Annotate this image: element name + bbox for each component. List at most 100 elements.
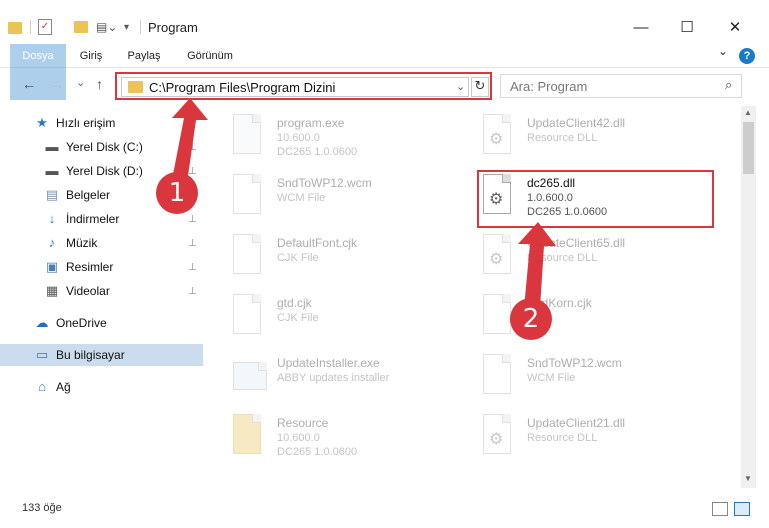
sidebar-item-label: Hızlı erişim	[56, 116, 116, 130]
scroll-thumb[interactable]	[743, 122, 754, 174]
new-folder-icon[interactable]	[74, 21, 88, 33]
file-name: DefaultFont.cjk	[277, 236, 358, 250]
refresh-button[interactable]: ↻	[471, 77, 489, 97]
file-detail: Resource DLL	[527, 432, 598, 444]
pin-icon[interactable]: ⊥	[188, 142, 197, 153]
file-item[interactable]: SndKorn.cjkFile	[453, 292, 689, 348]
sidebar-item-label: İndirmeler	[66, 212, 120, 226]
file-name: SndToWP12.wcm	[527, 356, 622, 370]
scroll-up-icon[interactable]: ▲	[744, 108, 752, 117]
navigation-pane: ★ Hızlı erişim ▬ Yerel Disk (C:) ⊥ ▬ Yerel Dis…	[0, 106, 203, 488]
sidebar-item[interactable]: ▭ Bu bilgisayar	[0, 344, 203, 366]
file-item[interactable]: SndToWP12.wcm WCM File	[453, 352, 689, 408]
sidebar-item-label: Yerel Disk (D:)	[66, 164, 143, 178]
installer-icon	[229, 354, 267, 398]
maximize-button[interactable]: ☐	[664, 14, 710, 40]
tab-view[interactable]: Görünüm	[176, 44, 244, 68]
file-item[interactable]: SndToWP12.wcm WCM File	[203, 172, 439, 228]
customize-toolbar-icon[interactable]: ▾	[124, 22, 129, 33]
file-detail: 10.600.0	[277, 432, 320, 444]
recent-locations-button[interactable]: ⌄	[76, 76, 85, 89]
address-path[interactable]: C:\Program Files\Program Dizini	[149, 80, 335, 95]
file-item[interactable]: ⚙ UpdateClient65.dll Resource DLL	[453, 232, 689, 288]
sidebar-item[interactable]: ♪ Müzik ⊥	[0, 232, 203, 254]
sidebar-item-label: OneDrive	[56, 316, 107, 330]
vertical-scrollbar[interactable]: ▲ ▼	[741, 106, 756, 488]
music-icon: ♪	[48, 235, 56, 250]
file-item[interactable]: ⚙ UpdateClient21.dll Resource DLL	[453, 412, 689, 468]
large-icons-view-icon[interactable]	[734, 502, 750, 516]
file-name: Resource	[277, 416, 329, 430]
search-box[interactable]: Ara: Program ⌕	[500, 74, 742, 98]
status-bar: 133 öğe	[0, 492, 769, 528]
help-icon[interactable]: ?	[739, 48, 755, 64]
sidebar-item-label: Yerel Disk (C:)	[66, 140, 143, 154]
sidebar-item[interactable]: ⌂ Ağ	[0, 376, 203, 398]
expand-ribbon-icon[interactable]: ⌄	[718, 44, 728, 58]
file-name: SndToWP12.wcm	[277, 176, 372, 190]
sidebar-item[interactable]: ★ Hızlı erişim	[0, 112, 203, 134]
scroll-down-icon[interactable]: ▼	[744, 474, 752, 483]
file-item[interactable]: program.exe 10.600.0 DC265 1.0.0600	[203, 112, 439, 168]
sidebar-item[interactable]: ▬ Yerel Disk (C:) ⊥	[0, 136, 203, 158]
search-input[interactable]: Ara: Program	[510, 79, 587, 94]
pin-icon[interactable]: ⊥	[188, 286, 197, 297]
tab-share[interactable]: Paylaş	[118, 44, 170, 68]
file-item[interactable]: ⚙ UpdateClient42.dll Resource DLL	[453, 112, 689, 168]
pin-icon[interactable]: ⊥	[188, 262, 197, 273]
file-item[interactable]: Resource 10.600.0 DC265 1.0.0600	[203, 412, 439, 468]
sidebar-item-label: Ağ	[56, 380, 71, 394]
exe-icon	[229, 114, 265, 158]
title-bar: ✓ ▤⌄ ▾ Program — ☐ ✕	[0, 0, 769, 44]
file-name: UpdateClient42.dll	[527, 116, 626, 130]
folder-icon	[8, 22, 22, 34]
view-options-icon[interactable]: ▤⌄	[96, 20, 117, 34]
callout-badge-1: 1	[156, 172, 198, 214]
item-count: 133 öğe	[22, 502, 62, 514]
back-button[interactable]: ←	[22, 76, 36, 92]
address-bar-highlight: C:\Program Files\Program Dizini ⌄ ↻	[115, 72, 492, 100]
drive-icon: ▬	[45, 139, 59, 154]
forward-button[interactable]: →	[50, 76, 64, 92]
dll-icon: ⚙	[479, 114, 515, 158]
pictures-icon: ▣	[45, 259, 59, 274]
dc265-highlight-box	[477, 170, 714, 228]
file-item[interactable]: gtd.cjk CJK File	[203, 292, 439, 348]
star-icon: ★	[36, 115, 48, 130]
address-bar[interactable]: C:\Program Files\Program Dizini ⌄	[121, 77, 469, 97]
dll-icon: ⚙	[479, 414, 515, 458]
minimize-button[interactable]: —	[618, 14, 664, 40]
pin-icon[interactable]: ⊥	[188, 238, 197, 249]
tab-home[interactable]: Giriş	[70, 44, 112, 68]
file-icon	[229, 234, 265, 278]
file-name: gtd.cjk	[277, 296, 312, 310]
navigation-bar: ← → ⌄ ↑ C:\Program Files\Program Dizini …	[0, 68, 769, 106]
window-title: Program	[148, 20, 198, 35]
sidebar-item[interactable]: ▦ Videolar ⊥	[0, 280, 203, 302]
sidebar-item[interactable]: ▣ Resimler ⊥	[0, 256, 203, 278]
search-icon[interactable]: ⌕	[725, 77, 732, 93]
sidebar-item[interactable]: ☁ OneDrive	[0, 312, 203, 334]
file-detail: Resource DLL	[527, 132, 598, 144]
drive-icon: ▬	[45, 163, 59, 178]
file-item[interactable]: UpdateInstaller.exe ABBY updates installe…	[203, 352, 439, 408]
file-name: UpdateClient21.dll	[527, 416, 626, 430]
ribbon-tabs: Dosya Giriş Paylaş Görünüm ⌄	[0, 44, 769, 100]
close-button[interactable]: ✕	[712, 14, 758, 40]
details-view-icon[interactable]	[712, 502, 728, 516]
file-item[interactable]: DefaultFont.cjk CJK File	[203, 232, 439, 288]
download-icon: ↓	[48, 211, 56, 226]
properties-icon[interactable]: ✓	[38, 19, 52, 35]
documents-icon: ▤	[45, 187, 59, 202]
computer-icon: ▭	[35, 347, 49, 362]
file-icon	[479, 354, 515, 398]
file-detail: WCM File	[527, 372, 576, 384]
file-name: UpdateClient65.dll	[527, 236, 626, 250]
videos-icon: ▦	[45, 283, 59, 298]
pin-icon[interactable]: ⊥	[188, 166, 197, 177]
up-button[interactable]: ↑	[96, 76, 103, 92]
file-detail: WCM File	[277, 192, 326, 204]
file-name: UpdateInstaller.exe	[277, 356, 380, 370]
chevron-down-icon[interactable]: ⌄	[456, 80, 465, 93]
pin-icon[interactable]: ⊥	[188, 214, 197, 225]
